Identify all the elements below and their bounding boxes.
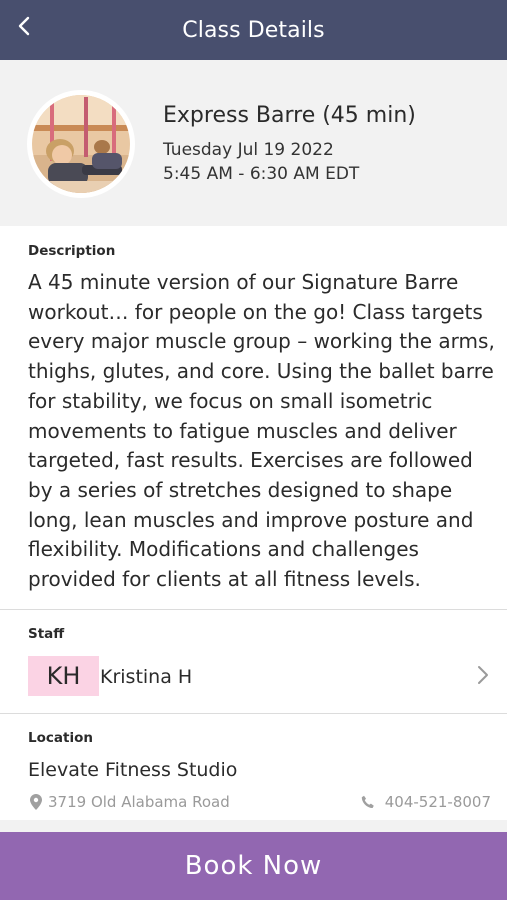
divider [0,713,507,714]
page-title: Class Details [182,17,325,43]
phone-text: 404-521-8007 [384,793,491,811]
location-name: Elevate Fitness Studio [28,759,238,781]
phone-link[interactable]: 404-521-8007 [361,791,491,813]
address-link[interactable]: 3719 Old Alabama Road [30,791,230,813]
staff-name: Kristina H [100,666,193,688]
description-label: Description [28,243,116,259]
book-now-button[interactable]: Book Now [0,832,507,900]
class-details-screen: Class Details Express Barre (45 min) Tue… [0,0,507,900]
phone-icon [361,795,374,808]
back-button[interactable] [8,10,40,42]
map-pin-icon [30,794,42,810]
address-text: 3719 Old Alabama Road [48,793,230,811]
description-text: A 45 minute version of our Signature Bar… [28,270,495,592]
chevron-right-icon [478,666,488,684]
staff-avatar: KH [28,656,99,696]
divider [0,609,507,610]
app-header: Class Details [0,0,507,60]
class-time: 5:45 AM - 6:30 AM EDT [163,164,360,184]
class-summary: Express Barre (45 min) Tuesday Jul 19 20… [0,60,507,226]
footer-gap [0,820,507,832]
staff-row[interactable]: KH Kristina H [0,652,507,702]
class-name: Express Barre (45 min) [163,103,416,128]
class-image [32,95,130,193]
location-label: Location [28,730,93,746]
chevron-left-icon [18,16,30,36]
class-date: Tuesday Jul 19 2022 [163,140,334,160]
class-image-frame [27,90,135,198]
staff-label: Staff [28,626,65,642]
